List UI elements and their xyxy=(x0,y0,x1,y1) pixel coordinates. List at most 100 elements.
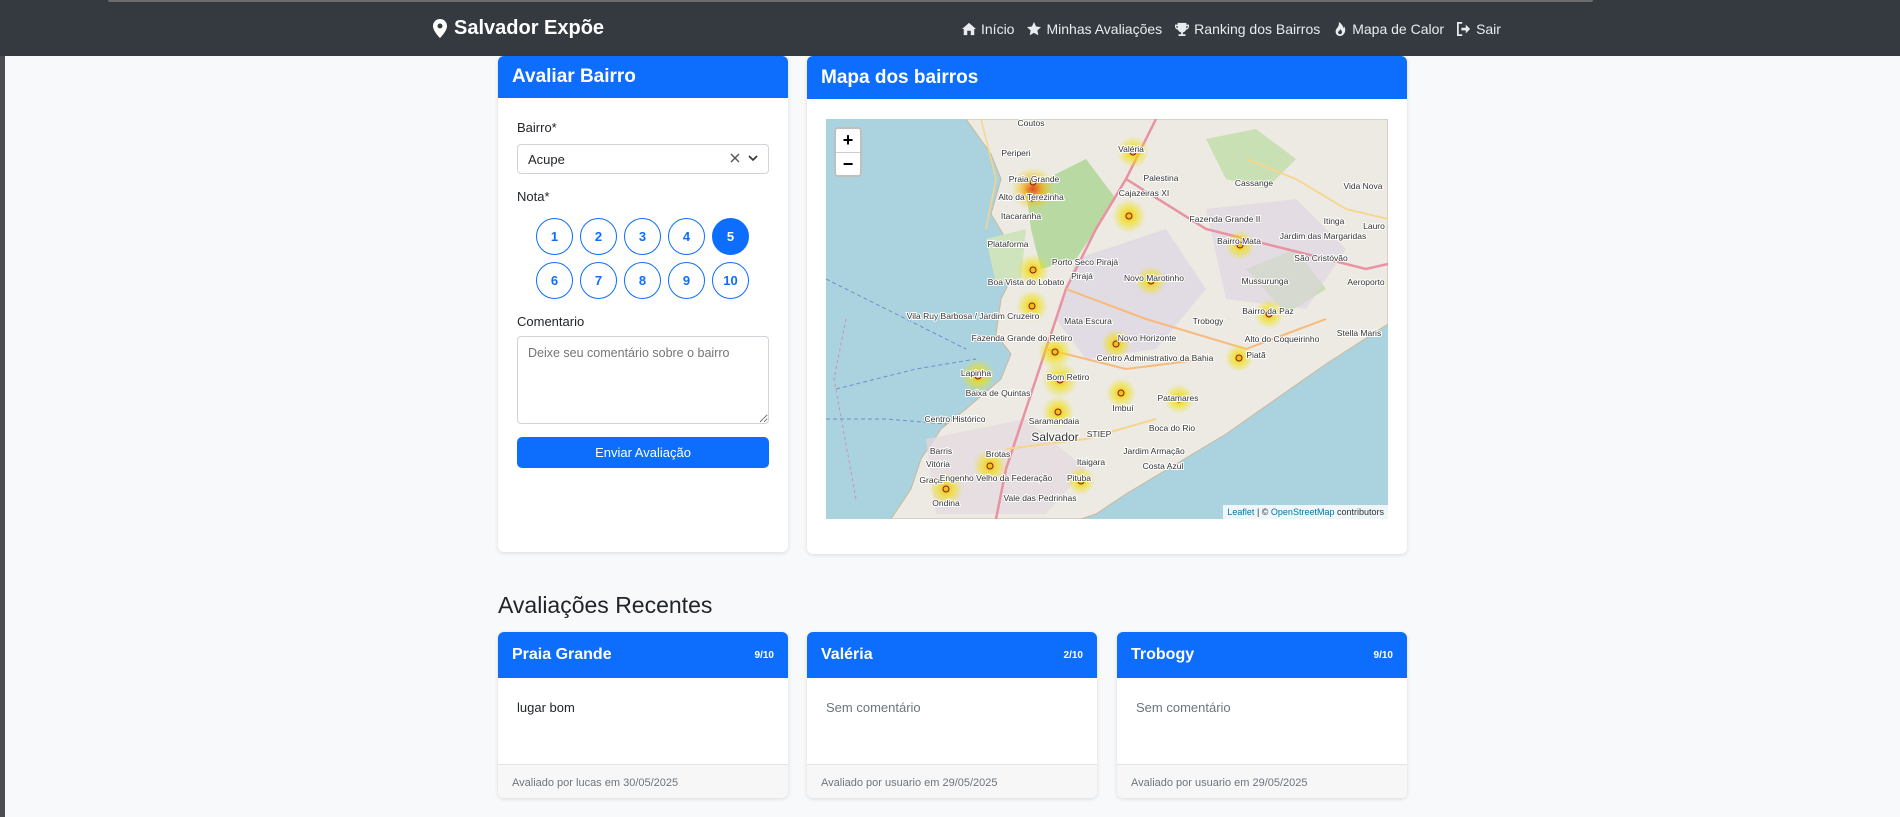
leaflet-link[interactable]: Leaflet xyxy=(1227,507,1254,517)
rate-card-title: Avaliar Bairro xyxy=(498,56,788,98)
map-place-label: Piatã xyxy=(1246,350,1266,360)
map-place-label: Alto da Terezinha xyxy=(998,192,1064,202)
zoom-out-button[interactable]: − xyxy=(836,152,860,175)
map-card: Mapa dos bairros Coutos Periperi Praia G… xyxy=(807,56,1407,554)
review-card[interactable]: Praia Grande 9/10 lugar bom Avaliado por… xyxy=(498,632,788,798)
map-place-label: Bairro da Paz xyxy=(1242,306,1294,316)
trophy-icon xyxy=(1175,22,1190,36)
attribution-separator: | © xyxy=(1254,507,1271,517)
review-card-header: Valéria 2/10 xyxy=(807,632,1097,678)
map-place-label: Centro Histórico xyxy=(925,414,986,424)
nav-link-label: Minhas Avaliações xyxy=(1046,21,1163,37)
star-icon xyxy=(1027,22,1042,36)
flame-icon xyxy=(1335,22,1346,36)
map-place-label: Cassange xyxy=(1235,178,1274,188)
review-footer: Avaliado por usuario em 29/05/2025 xyxy=(1117,764,1407,798)
map-place-label: Novo Horizonte xyxy=(1118,333,1177,343)
rating-button-4[interactable]: 4 xyxy=(668,218,705,255)
review-card[interactable]: Valéria 2/10 Sem comentário Avaliado por… xyxy=(807,632,1097,798)
review-neighborhood: Trobogy xyxy=(1131,646,1195,663)
map-place-label: Novo Marotinho xyxy=(1124,273,1184,283)
nav-link-sair[interactable]: Sair xyxy=(1457,21,1501,37)
review-card-header: Praia Grande 9/10 xyxy=(498,632,788,678)
map-place-label: Praia Grande xyxy=(1009,174,1060,184)
osm-link[interactable]: OpenStreetMap xyxy=(1271,507,1335,517)
comment-label: Comentario xyxy=(517,314,585,329)
map-place-label: Baixa de Quintas xyxy=(966,388,1031,398)
review-score: 9/10 xyxy=(1373,649,1393,661)
map-place-label: Fazenda Grande do Retiro xyxy=(972,333,1073,343)
map-place-label: Vida Nova xyxy=(1343,181,1382,191)
map-place-label: Bom Retiro xyxy=(1047,372,1090,382)
bairro-label: Bairro* xyxy=(517,120,557,135)
map-place-label: Boa Vista do Lobato xyxy=(988,277,1065,287)
map-place-label: Mata Escura xyxy=(1064,316,1112,326)
review-score: 2/10 xyxy=(1063,649,1083,661)
map-place-label: Palestina xyxy=(1144,173,1179,183)
map-place-label: Barris xyxy=(930,446,952,456)
review-card-header: Trobogy 9/10 xyxy=(1117,632,1407,678)
nav-links: Início Minhas Avaliações Ranking dos Bai… xyxy=(962,21,1501,37)
rating-button-5[interactable]: 5 xyxy=(712,218,749,255)
map-place-label: Mussurunga xyxy=(1242,276,1289,286)
nota-label: Nota* xyxy=(517,189,550,204)
map-place-label: Lauro xyxy=(1363,221,1385,231)
brand[interactable]: Salvador Expõe xyxy=(433,17,604,40)
zoom-in-button[interactable]: + xyxy=(836,129,860,152)
rating-button-8[interactable]: 8 xyxy=(624,262,661,299)
bairro-select[interactable]: Acupe xyxy=(517,144,769,174)
recent-reviews-title: Avaliações Recentes xyxy=(498,592,713,618)
nav-link-label: Mapa de Calor xyxy=(1352,21,1445,37)
map-place-label: São Cristóvão xyxy=(1294,253,1348,263)
map-place-labels: Coutos Periperi Praia Grande Alto da Terezi… xyxy=(906,119,1386,509)
rating-button-2[interactable]: 2 xyxy=(580,218,617,255)
rating-button-1[interactable]: 1 xyxy=(536,218,573,255)
map-place-label: Vila Ruy Barbosa / Jardim Cruzeiro xyxy=(907,311,1040,321)
nav-link-ranking[interactable]: Ranking dos Bairros xyxy=(1175,21,1320,37)
logout-icon xyxy=(1457,22,1471,36)
map-place-label: Pituba xyxy=(1067,473,1091,483)
map-place-label: Coutos xyxy=(1018,119,1045,128)
review-score: 9/10 xyxy=(754,649,774,661)
review-footer: Avaliado por lucas em 30/05/2025 xyxy=(498,764,788,798)
map-zoom-control: + − xyxy=(834,127,862,177)
submit-review-button[interactable]: Enviar Avaliação xyxy=(517,437,769,468)
rating-button-10[interactable]: 10 xyxy=(712,262,749,299)
location-pin-icon xyxy=(433,19,447,38)
map-place-label: Vale das Pedrinhas xyxy=(1003,493,1076,503)
clear-icon[interactable] xyxy=(730,153,740,163)
map-place-label: Jardim Armação xyxy=(1123,446,1185,456)
map-place-label: Stella Maris xyxy=(1337,328,1381,338)
map-place-label: Ondina xyxy=(932,498,960,508)
map-place-label: Valéria xyxy=(1118,144,1144,154)
map-place-label: Centro Administrativo da Bahia xyxy=(1097,353,1214,363)
map-place-label: Pirajá xyxy=(1071,271,1093,281)
map-place-label: Imbuí xyxy=(1112,403,1134,413)
review-comment: Sem comentário xyxy=(826,700,921,715)
review-neighborhood: Valéria xyxy=(821,646,873,663)
rating-button-6[interactable]: 6 xyxy=(536,262,573,299)
nav-link-minhas-avaliacoes[interactable]: Minhas Avaliações xyxy=(1027,21,1162,37)
attribution-tail: contributors xyxy=(1334,507,1384,517)
rate-neighborhood-card: Avaliar Bairro Bairro* Acupe Nota* 1 2 3… xyxy=(498,56,788,552)
map-place-label: Aeroporto xyxy=(1347,277,1385,287)
rating-button-7[interactable]: 7 xyxy=(580,262,617,299)
brand-name: Salvador Expõe xyxy=(454,17,605,39)
map-card-title: Mapa dos bairros xyxy=(807,56,1407,99)
nav-link-mapa-calor[interactable]: Mapa de Calor xyxy=(1333,21,1444,37)
nav-link-label: Sair xyxy=(1476,21,1501,37)
review-card[interactable]: Trobogy 9/10 Sem comentário Avaliado por… xyxy=(1117,632,1407,798)
review-footer: Avaliado por usuario em 29/05/2025 xyxy=(807,764,1097,798)
map-place-label: Alto do Coqueirinho xyxy=(1245,334,1320,344)
nav-link-inicio[interactable]: Início xyxy=(962,21,1014,37)
map-place-label: Salvador xyxy=(1031,430,1078,444)
rating-button-3[interactable]: 3 xyxy=(624,218,661,255)
rating-button-9[interactable]: 9 xyxy=(668,262,705,299)
chevron-down-icon[interactable] xyxy=(748,154,758,162)
comment-textarea[interactable] xyxy=(517,336,769,424)
review-comment: Sem comentário xyxy=(1136,700,1231,715)
map-place-label: Trobogy xyxy=(1193,316,1225,326)
map-place-label: Itacaranha xyxy=(1001,211,1041,221)
map-place-label: Boca do Rio xyxy=(1149,423,1196,433)
heat-map[interactable]: Coutos Periperi Praia Grande Alto da Terezi… xyxy=(826,119,1388,519)
